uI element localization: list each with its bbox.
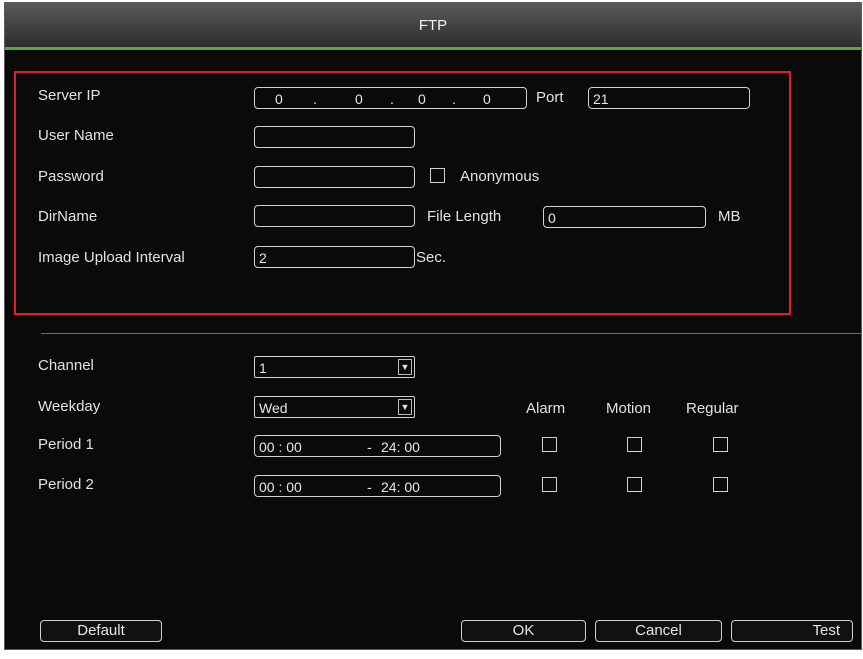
- period-1-time[interactable]: 00 : 00 - 24: 00: [254, 435, 501, 457]
- user-name-label: User Name: [38, 127, 114, 144]
- period-2-start[interactable]: 00 : 00: [259, 479, 302, 495]
- file-length-input[interactable]: 0: [543, 206, 706, 228]
- upload-interval-unit: Sec.: [416, 249, 447, 266]
- dialog-title: FTP: [418, 17, 448, 34]
- password-label: Password: [38, 168, 104, 185]
- ok-button[interactable]: OK: [461, 620, 586, 642]
- period-2-alarm-checkbox[interactable]: [542, 477, 557, 492]
- weekday-dropdown[interactable]: Wed ▼: [254, 396, 415, 418]
- cancel-button[interactable]: Cancel: [595, 620, 722, 642]
- ip-octet-3[interactable]: 0: [418, 91, 426, 107]
- period-2-time[interactable]: 00 : 00 - 24: 00: [254, 475, 501, 497]
- ip-dot: .: [390, 91, 394, 107]
- anonymous-label: Anonymous: [460, 168, 540, 185]
- port-label: Port: [536, 89, 564, 106]
- chevron-down-icon[interactable]: ▼: [398, 359, 412, 375]
- channel-label: Channel: [38, 357, 94, 374]
- server-ip-label: Server IP: [38, 87, 101, 104]
- ip-octet-1[interactable]: 0: [275, 91, 283, 107]
- period-2-regular-checkbox[interactable]: [713, 477, 728, 492]
- channel-dropdown[interactable]: 1 ▼: [254, 356, 415, 378]
- period-2-motion-checkbox[interactable]: [627, 477, 642, 492]
- ip-octet-2[interactable]: 0: [355, 91, 363, 107]
- period-dash: -: [367, 479, 372, 495]
- port-input[interactable]: 21: [588, 87, 750, 109]
- port-value: 21: [593, 91, 609, 107]
- ip-dot: .: [313, 91, 317, 107]
- file-length-unit: MB: [718, 208, 741, 225]
- upload-interval-label: Image Upload Interval: [38, 249, 185, 266]
- ftp-dialog: FTP Server IP 0 . 0 . 0 . 0 Port 21 User…: [4, 2, 862, 650]
- anonymous-checkbox[interactable]: [430, 168, 445, 183]
- period-1-alarm-checkbox[interactable]: [542, 437, 557, 452]
- weekday-label: Weekday: [38, 398, 101, 415]
- dirname-input[interactable]: [254, 205, 415, 227]
- period-1-label: Period 1: [38, 436, 94, 453]
- column-alarm: Alarm: [526, 400, 566, 417]
- period-1-regular-checkbox[interactable]: [713, 437, 728, 452]
- default-button[interactable]: Default: [40, 620, 162, 642]
- upload-interval-input[interactable]: 2: [254, 246, 415, 268]
- test-button[interactable]: Test: [731, 620, 853, 642]
- section-divider: [41, 333, 861, 334]
- upload-interval-value: 2: [259, 250, 267, 266]
- weekday-value: Wed: [259, 400, 288, 416]
- chevron-down-icon[interactable]: ▼: [398, 399, 412, 415]
- file-length-label: File Length: [427, 208, 502, 225]
- column-regular: Regular: [686, 400, 739, 417]
- file-length-value: 0: [548, 210, 556, 226]
- password-input[interactable]: [254, 166, 415, 188]
- title-bar[interactable]: FTP: [5, 3, 861, 50]
- channel-value: 1: [259, 360, 267, 376]
- server-ip-input[interactable]: 0 . 0 . 0 . 0: [254, 87, 527, 109]
- ip-octet-4[interactable]: 0: [483, 91, 491, 107]
- dirname-label: DirName: [38, 208, 98, 225]
- period-2-label: Period 2: [38, 476, 94, 493]
- ip-dot: .: [452, 91, 456, 107]
- period-dash: -: [367, 439, 372, 455]
- user-name-input[interactable]: [254, 126, 415, 148]
- period-1-end[interactable]: 24: 00: [381, 439, 420, 455]
- period-2-end[interactable]: 24: 00: [381, 479, 420, 495]
- period-1-motion-checkbox[interactable]: [627, 437, 642, 452]
- column-motion: Motion: [606, 400, 652, 417]
- period-1-start[interactable]: 00 : 00: [259, 439, 302, 455]
